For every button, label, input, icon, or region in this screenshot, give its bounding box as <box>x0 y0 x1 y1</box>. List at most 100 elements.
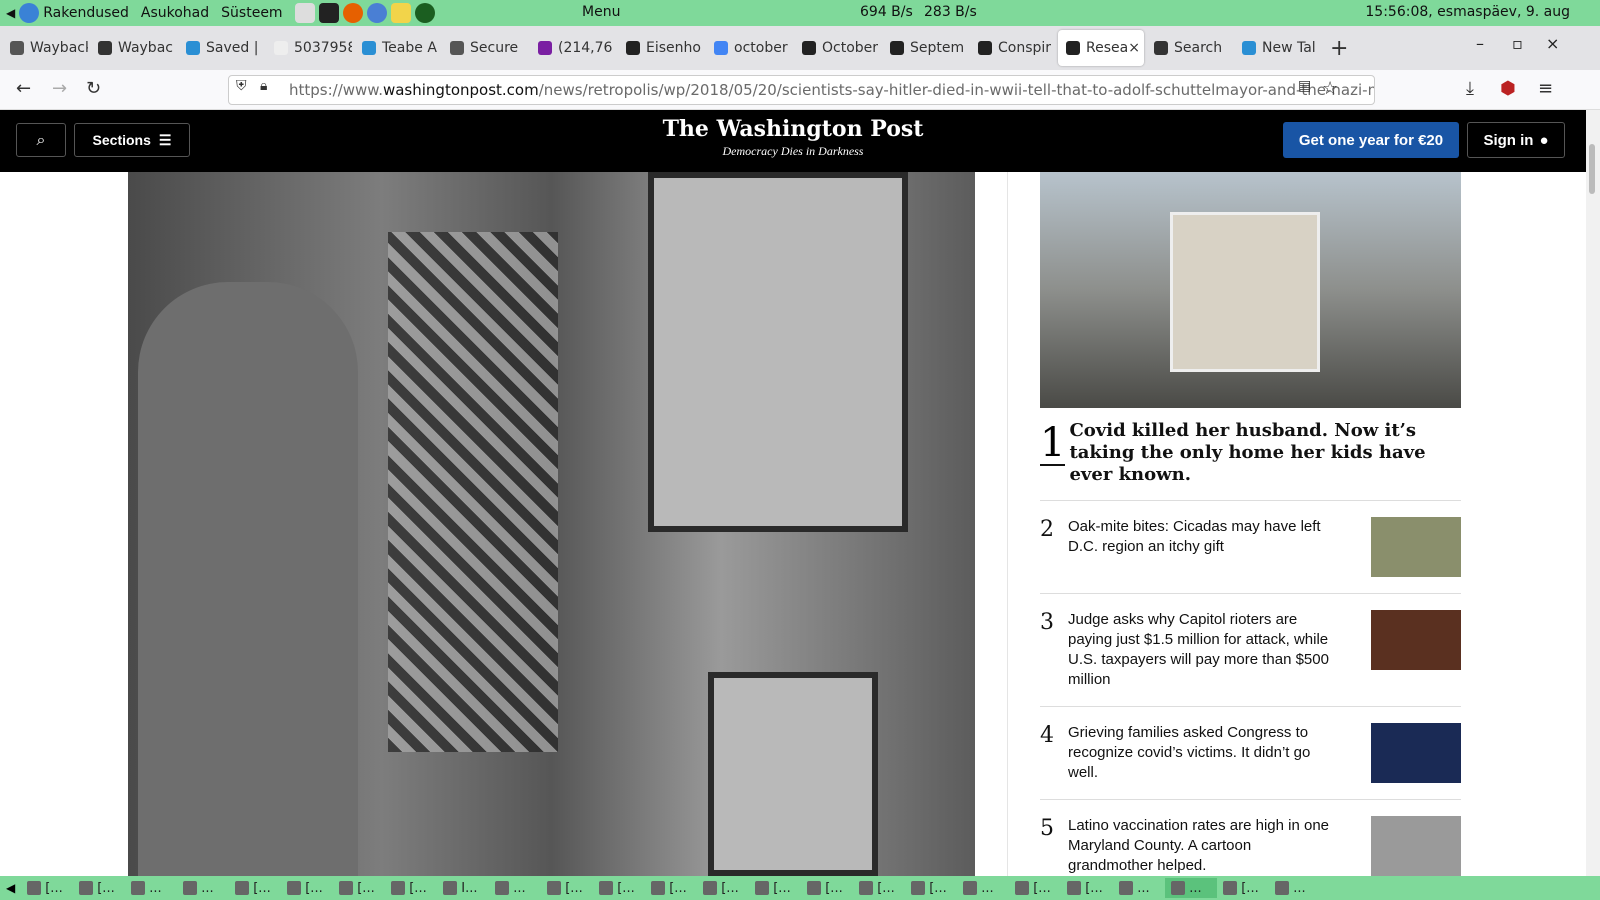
taskbar-window-button[interactable]: [... <box>645 878 697 898</box>
browser-tab[interactable]: October <box>794 30 880 66</box>
new-tab-icon[interactable]: + <box>1330 36 1348 61</box>
story-thumbnail[interactable] <box>1371 610 1461 670</box>
extension-icon[interactable]: ⬢ <box>1500 78 1516 99</box>
taskbar-window-button[interactable]: [... <box>1009 878 1061 898</box>
most-read-item[interactable]: 3 Judge asks why Capitol rioters are payi… <box>1040 594 1461 707</box>
taskbar-window-button[interactable]: [... <box>281 878 333 898</box>
tab-label: Septem <box>910 40 965 56</box>
window-label: [... <box>669 880 687 896</box>
window-icon <box>131 881 146 895</box>
most-read-item-1[interactable]: 1 Covid killed her husband. Now it’s tak… <box>1040 408 1461 501</box>
tab-close-icon[interactable]: × <box>1128 40 1140 56</box>
taskbar-window-button[interactable]: [... <box>229 878 281 898</box>
taskbar-window-button[interactable]: [... <box>697 878 749 898</box>
taskbar-window-button[interactable]: [... <box>853 878 905 898</box>
browser-tab[interactable]: Search <box>1146 30 1232 66</box>
taskbar-window-button[interactable]: ... <box>1165 878 1218 898</box>
most-read-item[interactable]: 4 Grieving families asked Congress to rec… <box>1040 707 1461 800</box>
menu-applications[interactable]: Rakendused <box>43 5 129 21</box>
bookmark-star-icon[interactable]: ☆ <box>1322 78 1338 99</box>
headline[interactable]: Grieving families asked Congress to reco… <box>1068 723 1333 783</box>
menu-places[interactable]: Asukohad <box>141 5 209 21</box>
url-bar[interactable]: https://www.washingtonpost.com/news/retr… <box>228 75 1375 105</box>
taskbar-window-button[interactable]: [... <box>385 878 437 898</box>
tab-favicon-icon <box>1066 41 1080 55</box>
taskbar-window-button[interactable]: ... <box>125 878 177 898</box>
browser-tab[interactable]: Septem <box>882 30 968 66</box>
text-editor-icon[interactable] <box>390 3 411 23</box>
browser-tab[interactable]: Waybac <box>90 30 176 66</box>
taskbar-window-button[interactable]: ... <box>1113 878 1165 898</box>
taskbar-window-button[interactable]: ... <box>957 878 1009 898</box>
story-thumbnail[interactable] <box>1371 816 1461 876</box>
most-read-item[interactable]: 2 Oak-mite bites: Cicadas may have left D… <box>1040 501 1461 594</box>
taskbar-window-button[interactable]: [... <box>1217 878 1269 898</box>
browser-tab[interactable]: Resea × <box>1058 30 1144 66</box>
window-close-icon[interactable]: × <box>1546 34 1559 53</box>
globe-icon[interactable] <box>414 3 435 23</box>
scrollbar-thumb[interactable] <box>1589 144 1595 194</box>
rank-number: 1 <box>1040 420 1066 466</box>
window-label: [... <box>617 880 635 896</box>
distro-logo-icon[interactable] <box>19 3 40 23</box>
window-label: [... <box>409 880 427 896</box>
taskbar-window-button[interactable]: [... <box>1061 878 1113 898</box>
terminal-icon[interactable] <box>318 3 339 23</box>
back-icon[interactable]: ← <box>16 78 31 99</box>
taskbar-window-button[interactable]: [... <box>73 878 125 898</box>
taskbar-window-button[interactable]: ... <box>1269 878 1321 898</box>
taskbar-window-button[interactable]: I... <box>437 878 489 898</box>
story-thumbnail[interactable] <box>1371 723 1461 783</box>
reload-icon[interactable]: ↻ <box>86 78 101 99</box>
menu-label[interactable]: Menu <box>582 4 620 20</box>
menu-system[interactable]: Süsteem <box>221 5 282 21</box>
most-read-item[interactable]: 5 Latino vaccination rates are high in on… <box>1040 800 1461 876</box>
hamburger-menu-icon[interactable]: ≡ <box>1538 78 1553 99</box>
taskbar-window-button[interactable]: [... <box>801 878 853 898</box>
page-scrollbar[interactable] <box>1586 110 1600 876</box>
maximize-icon[interactable]: ▫ <box>1512 34 1523 53</box>
taskbar-window-button[interactable]: [... <box>21 878 73 898</box>
browser-tab[interactable]: october <box>706 30 792 66</box>
headline[interactable]: Latino vaccination rates are high in one… <box>1068 816 1333 876</box>
firefox-icon[interactable] <box>342 3 363 23</box>
browser-tab[interactable]: Eisenho <box>618 30 704 66</box>
headline[interactable]: Covid killed her husband. Now it’s takin… <box>1069 420 1461 486</box>
rank-number: 2 <box>1040 517 1054 542</box>
lock-icon[interactable]: 🔒︎ <box>260 78 267 94</box>
taskbar-window-button[interactable]: ... <box>489 878 541 898</box>
launcher-icon[interactable] <box>294 3 315 23</box>
top-story-image[interactable] <box>1040 172 1461 408</box>
story-thumbnail[interactable] <box>1371 517 1461 577</box>
reader-view-icon[interactable]: ▤ <box>1298 78 1311 94</box>
browser-tab[interactable]: (214,76 <box>530 30 616 66</box>
browser-tab[interactable]: New Tal <box>1234 30 1320 66</box>
browser-tab[interactable]: Wayback M <box>2 30 88 66</box>
browser-tab[interactable]: 503795898 <box>266 30 352 66</box>
forward-icon[interactable]: → <box>52 78 67 99</box>
taskbar-window-button[interactable]: [... <box>333 878 385 898</box>
panel-left-arrow-icon[interactable]: ◀ <box>6 6 15 20</box>
downloads-icon[interactable]: ⤓ <box>1466 78 1474 99</box>
window-label: ... <box>1189 880 1202 896</box>
taskbar-window-button[interactable]: [... <box>593 878 645 898</box>
browser-tab[interactable]: Teabe A <box>354 30 440 66</box>
taskbar-window-button[interactable]: [... <box>541 878 593 898</box>
minimize-icon[interactable]: – <box>1476 34 1484 53</box>
taskbar-window-button[interactable]: [... <box>905 878 957 898</box>
shield-icon[interactable]: ⛨ <box>236 78 247 94</box>
signin-button[interactable]: Sign in ● <box>1467 122 1565 158</box>
browser-tab[interactable]: Secure <box>442 30 528 66</box>
taskbar-window-button[interactable]: ... <box>177 878 229 898</box>
subscribe-button[interactable]: Get one year for €20 <box>1283 122 1459 158</box>
taskbar-left-arrow-icon[interactable]: ◀ <box>6 881 15 895</box>
thunderbird-icon[interactable] <box>366 3 387 23</box>
headline[interactable]: Oak-mite bites: Cicadas may have left D.… <box>1068 517 1333 577</box>
taskbar-window-button[interactable]: [... <box>749 878 801 898</box>
clock[interactable]: 15:56:08, esmaspäev, 9. aug <box>1365 4 1570 20</box>
window-icon <box>547 881 562 895</box>
headline[interactable]: Judge asks why Capitol rioters are payin… <box>1068 610 1333 690</box>
browser-tab[interactable]: Saved | <box>178 30 264 66</box>
window-icon <box>1223 881 1238 895</box>
browser-tab[interactable]: Conspir <box>970 30 1056 66</box>
